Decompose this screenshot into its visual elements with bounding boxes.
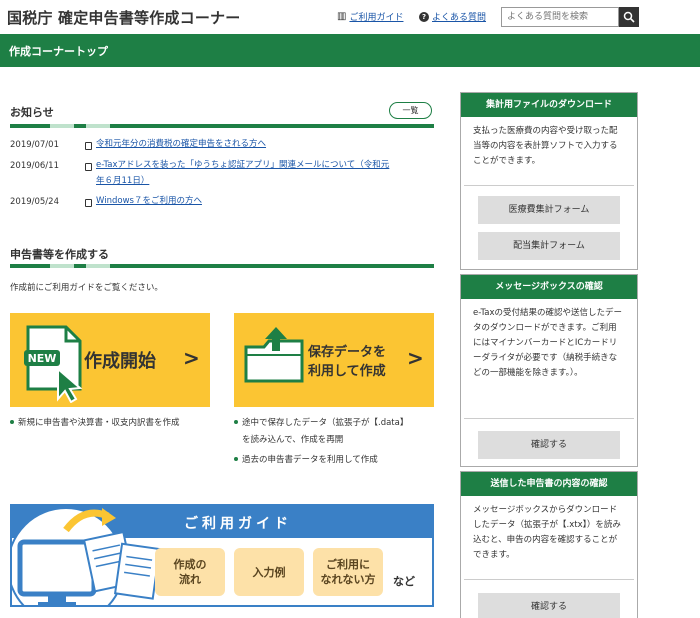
chevron-right-icon: > (407, 346, 424, 370)
guide-flow-button[interactable]: 作成の 流れ (155, 548, 225, 596)
dividend-form-button[interactable]: 配当集計フォーム (478, 232, 620, 260)
chevron-right-icon: > (183, 346, 200, 370)
header: 国税庁 確定申告書等作成コーナー ▥ ご利用ガイド ? よくある質問 (0, 0, 700, 34)
news-title: お知らせ (10, 106, 54, 119)
news-link[interactable]: Windows７をご利用の方へ (96, 194, 202, 209)
download-panel-text: 支払った医療費の内容や受け取った配当等の内容を表計算ソフトで入力することができま… (473, 126, 618, 166)
document-icon (85, 142, 92, 150)
site-title[interactable]: 国税庁 確定申告書等作成コーナー (7, 7, 240, 28)
folder-upload-icon (244, 327, 304, 383)
start-bullet: 新規に申告書や決算書・収支内訳書を作成 (10, 415, 180, 432)
start-create-label: 作成開始 (84, 351, 156, 372)
faq-link-text[interactable]: よくある質問 (432, 10, 486, 23)
usage-guide-banner[interactable]: ご利用ガイド 作成の 流れ 入力例 ご利用に なれない方 など (10, 504, 434, 607)
messagebox-panel-text: e-Taxの受付結果の確認や送信したデータのダウンロードができます。ご利用にはマ… (473, 308, 623, 378)
sent-return-panel-title: 送信した申告書の内容の確認 (461, 472, 637, 496)
usage-guide-link-text[interactable]: ご利用ガイド (349, 10, 403, 23)
create-divider (10, 264, 434, 268)
messagebox-panel: メッセージボックスの確認 e-Taxの受付結果の確認や送信したデータのダウンロー… (460, 274, 638, 467)
news-link[interactable]: 令和元年分の消費税の確定申告をされる方へ (96, 137, 266, 152)
page-title: 作成コーナートップ (9, 45, 108, 58)
book-icon: ▥ (337, 10, 347, 22)
use-saved-data-card[interactable]: 保存データを 利用して作成 > (234, 313, 434, 407)
saved-bullet-cont: を読み込んで、作成を再開 (242, 435, 344, 445)
document-icon (85, 163, 92, 171)
news-date: 2019/06/11 (10, 161, 59, 171)
guide-banner-title: ご利用ガイド (184, 516, 292, 532)
medical-form-button[interactable]: 医療費集計フォーム (478, 196, 620, 224)
search-icon (623, 11, 635, 23)
question-icon: ? (419, 11, 429, 22)
monitor-documents-icon (12, 507, 161, 605)
guide-example-button[interactable]: 入力例 (234, 548, 304, 596)
sent-return-confirm-button[interactable]: 確認する (478, 593, 620, 618)
messagebox-panel-title: メッセージボックスの確認 (461, 275, 637, 299)
page-title-bar: 作成コーナートップ (0, 34, 700, 67)
create-section-title: 申告書等を作成する (10, 248, 109, 261)
download-panel-title: 集計用ファイルのダウンロード (461, 93, 637, 117)
news-divider (10, 124, 434, 128)
news-link[interactable]: e-Taxアドレスを装った「ゆうちょ認証アプリ」関連メールについて（令和元 (96, 158, 389, 173)
svg-text:NEW: NEW (28, 352, 57, 365)
saved-data-label-2: 利用して作成 (308, 364, 386, 379)
news-date: 2019/07/01 (10, 140, 59, 150)
search-button[interactable] (619, 7, 639, 27)
saved-data-label-1: 保存データを (308, 345, 387, 360)
new-document-icon: NEW (24, 325, 83, 403)
sent-return-panel: 送信した申告書の内容の確認 メッセージボックスからダウンロードしたデータ（拡張子… (460, 471, 638, 618)
usage-guide-link[interactable]: ▥ ご利用ガイド (337, 10, 403, 23)
guide-etc: など (393, 575, 415, 588)
download-panel: 集計用ファイルのダウンロード 支払った医療費の内容や受け取った配当等の内容を表計… (460, 92, 638, 270)
news-list-button[interactable]: 一覧 (389, 102, 432, 119)
news-date: 2019/05/24 (10, 197, 59, 207)
sent-return-panel-text: メッセージボックスからダウンロードしたデータ（拡張子が【.xtx】）を読み込むと… (473, 505, 621, 560)
faq-search-input[interactable] (501, 7, 619, 27)
saved-bullet: 途中で保存したデータ（拡張子が【.data】 (234, 415, 408, 432)
start-create-card[interactable]: NEW 作成開始 > (10, 313, 210, 407)
guide-unavailable-button[interactable]: ご利用に なれない方 (313, 548, 383, 596)
create-note: 作成前にご利用ガイドをご覧ください。 (10, 283, 163, 293)
messagebox-confirm-button[interactable]: 確認する (478, 431, 620, 459)
news-link-cont[interactable]: 年６月11日） (96, 174, 149, 189)
faq-link[interactable]: ? よくある質問 (419, 10, 486, 23)
saved-bullet: 過去の申告書データを利用して作成 (234, 452, 378, 469)
document-icon (85, 199, 92, 207)
